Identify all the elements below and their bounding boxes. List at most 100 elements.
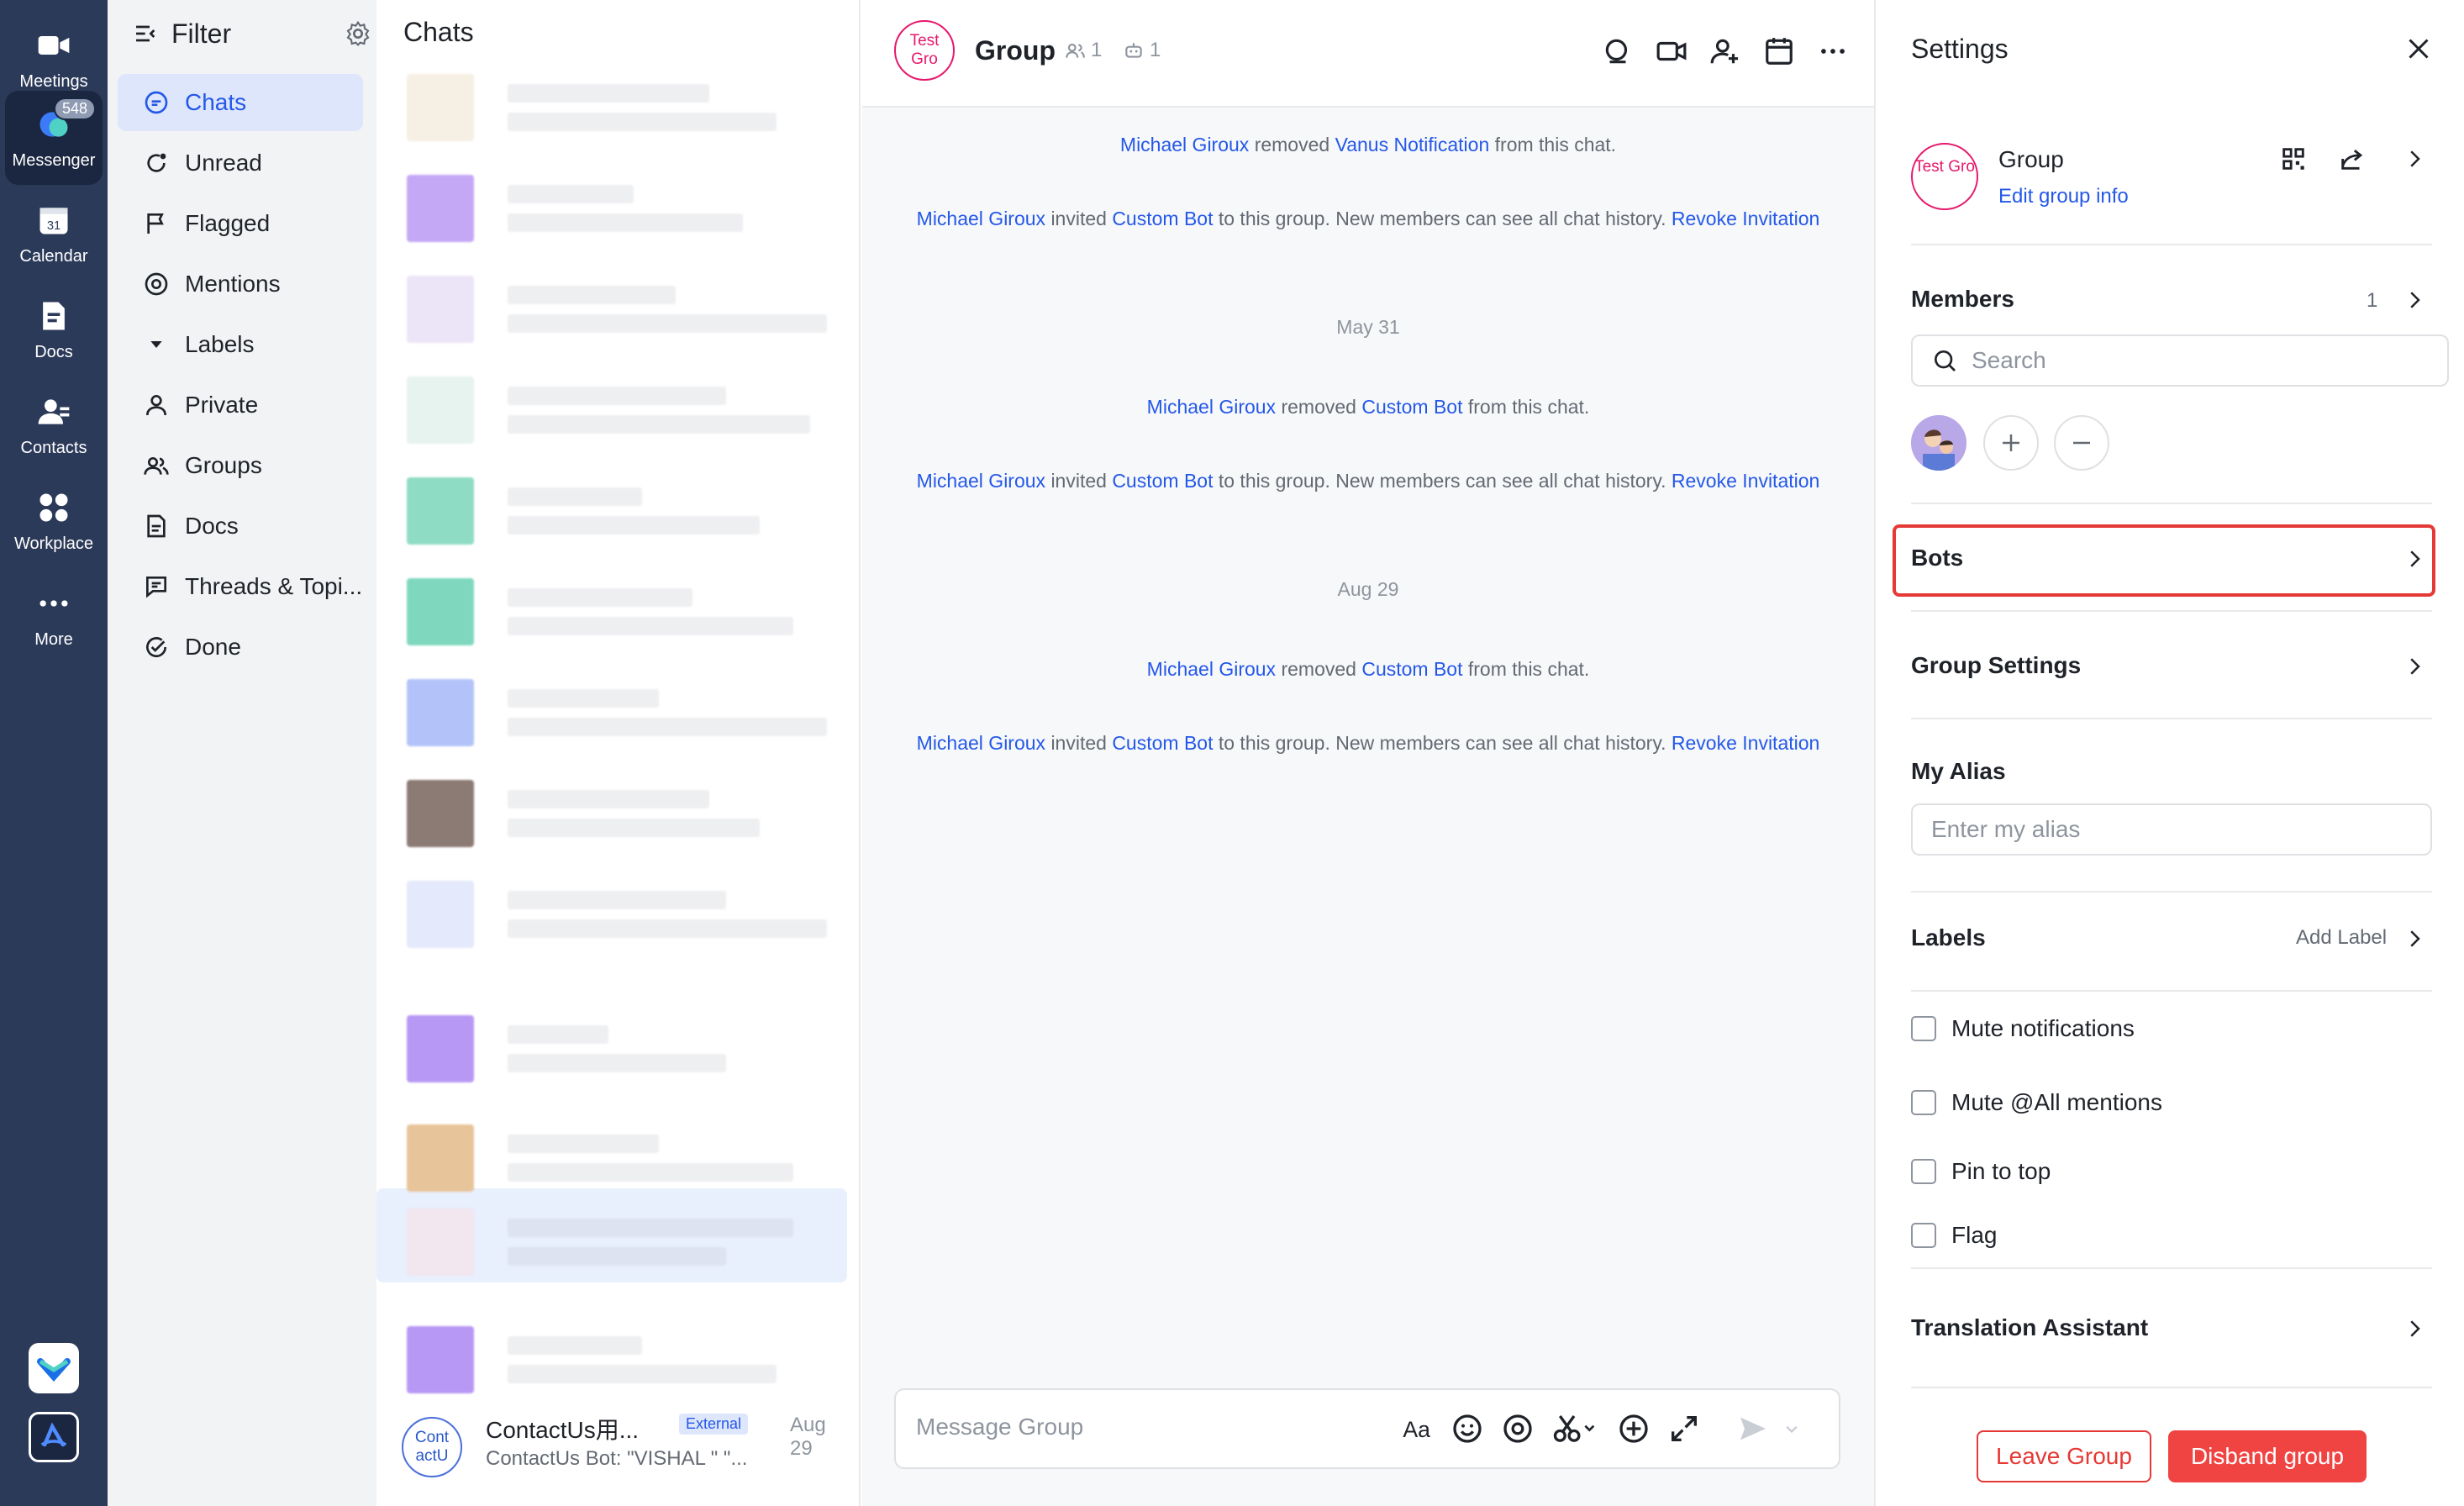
filter-item-mentions[interactable]: Mentions bbox=[118, 255, 363, 313]
conversation-title[interactable]: Group bbox=[975, 35, 1056, 66]
pin-to-top-checkbox[interactable]: Pin to top bbox=[1911, 1158, 2051, 1185]
add-member-button[interactable] bbox=[1983, 415, 2039, 471]
mute-notifications-checkbox[interactable]: Mute notifications bbox=[1911, 1015, 2135, 1042]
member-avatar[interactable] bbox=[1911, 415, 1966, 471]
expand-icon[interactable] bbox=[1667, 1412, 1701, 1445]
list-item[interactable] bbox=[407, 874, 842, 955]
target-link[interactable]: Custom Bot bbox=[1112, 732, 1213, 754]
chevron-right-icon[interactable] bbox=[2402, 654, 2427, 679]
chevron-right-icon[interactable] bbox=[2402, 287, 2427, 313]
mute-all-mentions-checkbox[interactable]: Mute @All mentions bbox=[1911, 1089, 2162, 1116]
checkbox-box[interactable] bbox=[1911, 1223, 1936, 1248]
target-link[interactable]: Vanus Notification bbox=[1335, 134, 1490, 155]
list-item[interactable] bbox=[407, 571, 842, 652]
video-call-icon[interactable] bbox=[1656, 35, 1687, 67]
chevron-right-icon[interactable] bbox=[2402, 546, 2427, 571]
members-title[interactable]: Members bbox=[1911, 286, 2014, 313]
actor-link[interactable]: Michael Giroux bbox=[1147, 658, 1276, 680]
chevron-down-icon[interactable] bbox=[1780, 1412, 1803, 1445]
more-icon[interactable] bbox=[1817, 35, 1849, 67]
member-search-input[interactable]: Search bbox=[1911, 334, 2449, 387]
actor-link[interactable]: Michael Giroux bbox=[917, 470, 1045, 492]
list-item[interactable] bbox=[407, 773, 842, 854]
list-item[interactable] bbox=[407, 1319, 842, 1400]
app-shortcut-1[interactable] bbox=[29, 1343, 79, 1393]
edit-group-info-link[interactable]: Edit group info bbox=[1998, 185, 2129, 208]
revoke-invitation-link[interactable]: Revoke Invitation bbox=[1672, 208, 1819, 229]
gear-icon[interactable] bbox=[345, 20, 371, 47]
app-shortcut-2[interactable] bbox=[29, 1412, 79, 1462]
list-item[interactable] bbox=[407, 269, 842, 350]
list-item[interactable] bbox=[407, 67, 842, 148]
rail-more[interactable]: More bbox=[5, 570, 103, 664]
add-member-icon[interactable] bbox=[1709, 35, 1741, 67]
qr-code-icon[interactable] bbox=[2279, 145, 2308, 173]
mention-icon[interactable] bbox=[1501, 1412, 1535, 1445]
rail-workplace[interactable]: Workplace bbox=[5, 474, 103, 568]
bots-highlight-box[interactable] bbox=[1893, 524, 2435, 597]
filter-icon[interactable] bbox=[133, 20, 160, 47]
search-chat-icon[interactable] bbox=[1602, 35, 1634, 67]
list-item[interactable] bbox=[407, 370, 842, 450]
target-link[interactable]: Custom Bot bbox=[1361, 396, 1462, 418]
target-link[interactable]: Custom Bot bbox=[1361, 658, 1462, 680]
send-icon[interactable] bbox=[1736, 1412, 1770, 1445]
disband-group-button[interactable]: Disband group bbox=[2168, 1430, 2367, 1482]
target-link[interactable]: Custom Bot bbox=[1112, 470, 1213, 492]
actor-link[interactable]: Michael Giroux bbox=[1147, 396, 1276, 418]
add-label-link[interactable]: Add Label bbox=[2296, 926, 2387, 950]
revoke-invitation-link[interactable]: Revoke Invitation bbox=[1672, 470, 1819, 492]
message-composer[interactable]: Message Group Aa bbox=[894, 1388, 1840, 1469]
list-item[interactable] bbox=[407, 672, 842, 753]
text-format-icon[interactable]: Aa bbox=[1400, 1412, 1434, 1445]
filter-item-private[interactable]: Private bbox=[118, 376, 363, 434]
list-item[interactable] bbox=[407, 1118, 842, 1198]
list-item[interactable] bbox=[407, 168, 842, 249]
rail-messenger[interactable]: 548 Messenger bbox=[5, 91, 103, 185]
calendar-icon[interactable] bbox=[1763, 35, 1795, 67]
share-icon[interactable] bbox=[2338, 145, 2367, 173]
revoke-invitation-link[interactable]: Revoke Invitation bbox=[1672, 732, 1819, 754]
target-link[interactable]: Custom Bot bbox=[1112, 208, 1213, 229]
bots-title[interactable]: Bots bbox=[1911, 545, 1963, 571]
filter-item-threads[interactable]: Threads & Topi... bbox=[118, 558, 363, 615]
translation-assistant-title[interactable]: Translation Assistant bbox=[1911, 1314, 2148, 1341]
filter-item-chats[interactable]: Chats bbox=[118, 74, 363, 131]
list-item[interactable] bbox=[407, 1202, 842, 1282]
chevron-right-icon[interactable] bbox=[2402, 1316, 2427, 1341]
checkbox-box[interactable] bbox=[1911, 1090, 1936, 1115]
message-input[interactable]: Message Group bbox=[916, 1414, 1083, 1440]
list-item[interactable] bbox=[407, 471, 842, 551]
rail-docs[interactable]: Docs bbox=[5, 282, 103, 376]
filter-item-groups[interactable]: Groups bbox=[118, 437, 363, 494]
actor-link[interactable]: Michael Giroux bbox=[917, 732, 1045, 754]
scissors-icon[interactable] bbox=[1551, 1412, 1597, 1445]
leave-group-button[interactable]: Leave Group bbox=[1977, 1430, 2151, 1482]
chevron-right-icon[interactable] bbox=[2402, 926, 2427, 951]
alias-input[interactable]: Enter my alias bbox=[1911, 803, 2432, 856]
group-settings-title[interactable]: Group Settings bbox=[1911, 652, 2081, 679]
filter-item-flagged[interactable]: Flagged bbox=[118, 195, 363, 252]
rail-calendar[interactable]: 31 Calendar bbox=[5, 187, 103, 281]
filter-item-done[interactable]: Done bbox=[118, 619, 363, 676]
bot-count[interactable]: 1 bbox=[1123, 39, 1161, 62]
remove-member-button[interactable] bbox=[2054, 415, 2109, 471]
actor-link[interactable]: Michael Giroux bbox=[917, 208, 1045, 229]
add-circle-icon[interactable] bbox=[1617, 1412, 1651, 1445]
list-item[interactable] bbox=[407, 1008, 842, 1089]
filter-item-docs[interactable]: Docs bbox=[118, 498, 363, 555]
flag-checkbox[interactable]: Flag bbox=[1911, 1222, 1997, 1249]
checkbox-box[interactable] bbox=[1911, 1159, 1936, 1184]
chevron-right-icon[interactable] bbox=[2402, 146, 2427, 171]
member-count[interactable]: 1 bbox=[1064, 39, 1102, 62]
emoji-icon[interactable] bbox=[1450, 1412, 1484, 1445]
rail-contacts[interactable]: Contacts bbox=[5, 378, 103, 472]
group-avatar[interactable]: Test Gro bbox=[1911, 143, 1978, 210]
close-icon[interactable] bbox=[2403, 34, 2434, 64]
chat-row-contactus[interactable]: Cont actU ContactUs用... External Aug 29 … bbox=[402, 1412, 839, 1479]
actor-link[interactable]: Michael Giroux bbox=[1120, 134, 1249, 155]
filter-item-unread[interactable]: Unread bbox=[118, 134, 363, 192]
checkbox-box[interactable] bbox=[1911, 1016, 1936, 1041]
filter-item-labels[interactable]: Labels bbox=[118, 316, 363, 373]
group-avatar[interactable]: Test Gro bbox=[894, 20, 955, 81]
